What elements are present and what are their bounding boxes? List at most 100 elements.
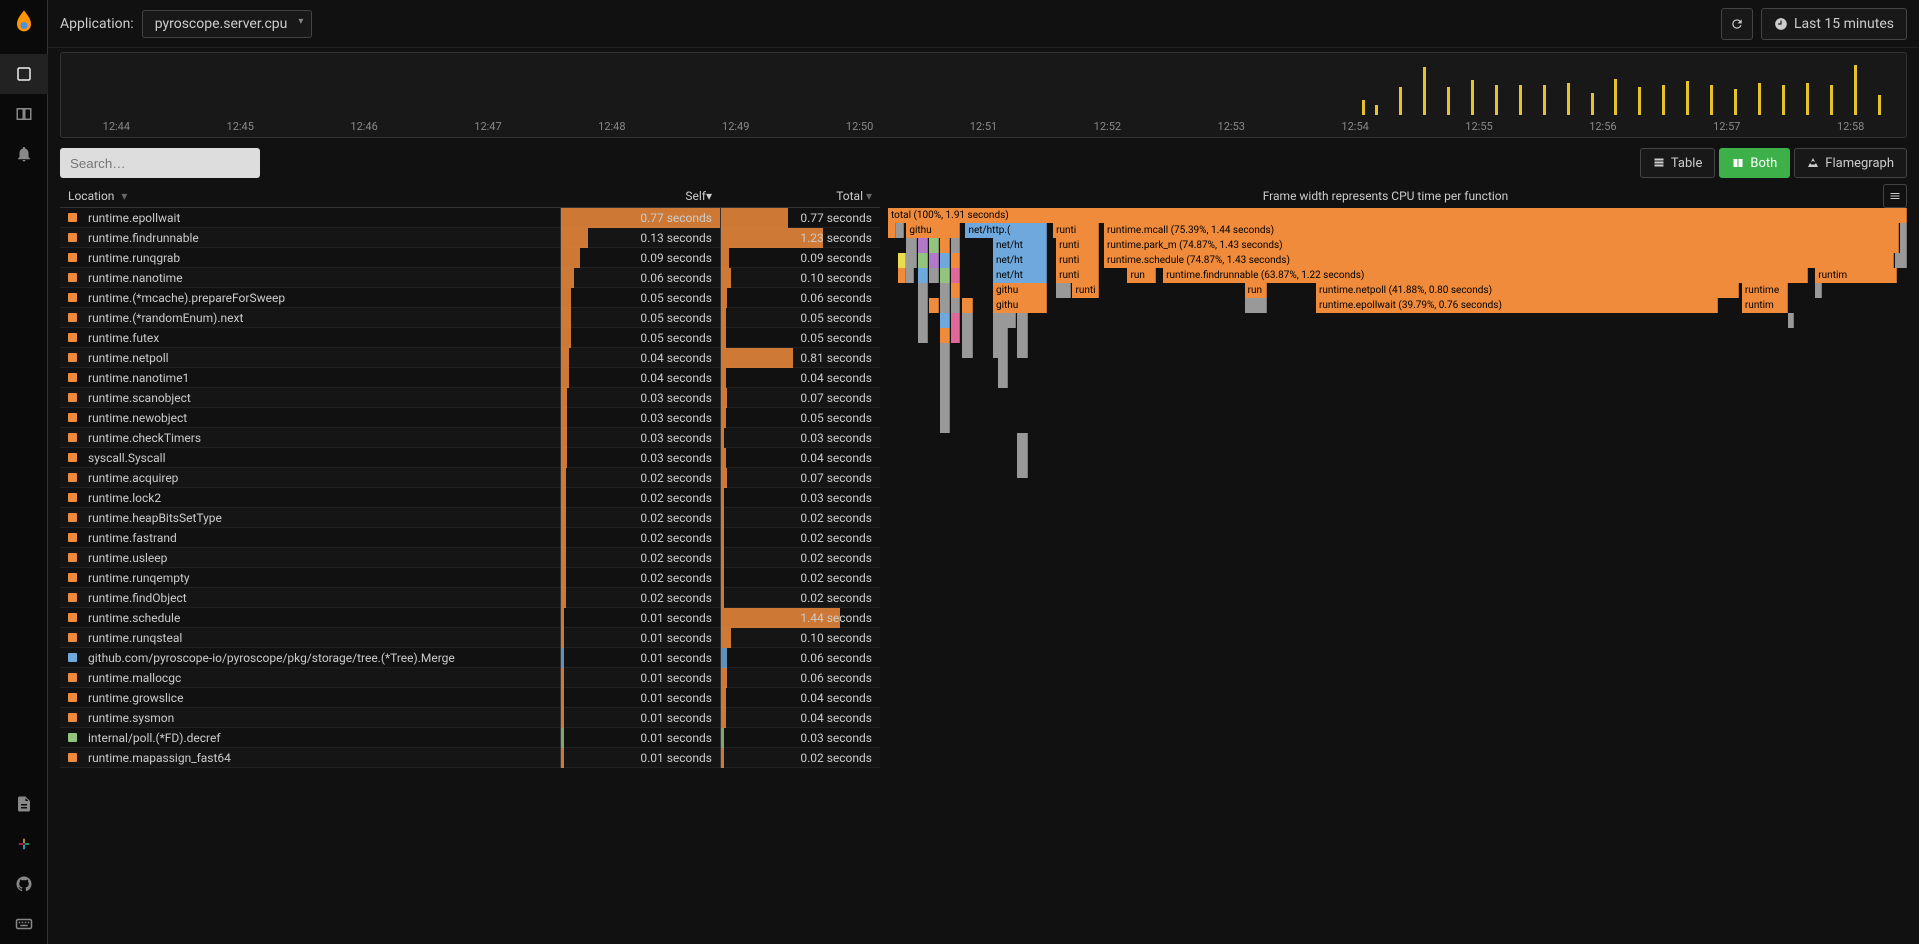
flame-frame[interactable] [906, 238, 916, 253]
nav-compare-icon[interactable] [0, 94, 48, 134]
flamegraph-menu-button[interactable] [1883, 184, 1907, 208]
table-row[interactable]: runtime.(*mcache).prepareForSweep0.05 se… [60, 288, 880, 308]
table-row[interactable]: runtime.schedule0.01 seconds1.44 seconds [60, 608, 880, 628]
flamegraph-canvas[interactable]: total (100%, 1.91 seconds) githu net/http.… [888, 208, 1907, 932]
table-row[interactable]: runtime.mallocgc0.01 seconds0.06 seconds [60, 668, 880, 688]
flame-frame[interactable] [951, 298, 960, 313]
flame-frame[interactable] [906, 268, 914, 283]
nav-alerts-icon[interactable] [0, 134, 48, 174]
flame-frame[interactable]: runti [1056, 238, 1099, 253]
nav-home-icon[interactable] [0, 54, 48, 94]
flame-frame[interactable]: runtime.findrunnable (63.87%, 1.22 secon… [1163, 268, 1808, 283]
flame-frame[interactable] [1017, 463, 1027, 478]
table-row[interactable]: runtime.growslice0.01 seconds0.04 second… [60, 688, 880, 708]
flame-frame[interactable]: runtime.netpoll (41.88%, 0.80 seconds) [1316, 283, 1739, 298]
flame-frame[interactable] [1900, 238, 1907, 253]
flame-frame[interactable] [940, 283, 950, 298]
table-row[interactable]: runtime.runqgrab0.09 seconds0.09 seconds [60, 248, 880, 268]
table-row[interactable]: runtime.runqempty0.02 seconds0.02 second… [60, 568, 880, 588]
table-row[interactable]: runtime.sysmon0.01 seconds0.04 seconds [60, 708, 880, 728]
flame-frame[interactable] [940, 418, 950, 433]
flame-frame[interactable] [998, 373, 1008, 388]
table-row[interactable]: syscall.Syscall0.03 seconds0.04 seconds [60, 448, 880, 468]
flame-frame[interactable] [998, 358, 1008, 373]
flame-frame[interactable] [1900, 223, 1907, 238]
flame-frame[interactable] [918, 268, 928, 283]
column-self[interactable]: Self [560, 189, 720, 203]
flame-frame[interactable] [962, 328, 972, 343]
flame-frame[interactable] [896, 223, 904, 238]
flame-frame[interactable] [940, 298, 950, 313]
flame-frame[interactable] [940, 373, 950, 388]
flame-frame[interactable] [940, 253, 950, 268]
flame-frame[interactable] [962, 298, 972, 313]
time-range-button[interactable]: Last 15 minutes [1761, 8, 1907, 40]
flame-frame[interactable] [888, 223, 896, 238]
flame-frame[interactable]: run [1245, 283, 1267, 298]
flame-frame[interactable] [918, 328, 928, 343]
table-row[interactable]: runtime.runqsteal0.01 seconds0.10 second… [60, 628, 880, 648]
table-row[interactable]: runtime.lock20.02 seconds0.03 seconds [60, 488, 880, 508]
flame-frame[interactable]: runtime.schedule (74.87%, 1.43 seconds) [1104, 253, 1894, 268]
search-input[interactable] [60, 148, 260, 178]
view-both-button[interactable]: Both [1719, 148, 1790, 178]
flame-frame[interactable] [1017, 313, 1027, 328]
flame-frame[interactable]: runtime.epollwait (39.79%, 0.76 seconds) [1316, 298, 1719, 313]
flame-frame[interactable] [993, 328, 1008, 343]
flame-frame[interactable] [1017, 328, 1027, 343]
table-row[interactable]: runtime.mapassign_fast640.01 seconds0.02… [60, 748, 880, 768]
flame-frame[interactable] [1815, 283, 1822, 298]
timeline-chart[interactable]: 12:4412:4512:4612:4712:4812:4912:5012:51… [60, 52, 1907, 138]
flame-frame[interactable] [951, 313, 960, 328]
flame-frame[interactable] [951, 238, 960, 253]
flame-frame[interactable] [951, 283, 960, 298]
flame-frame[interactable] [918, 298, 928, 313]
refresh-button[interactable] [1721, 8, 1753, 40]
table-row[interactable]: runtime.(*randomEnum).next0.05 seconds0.… [60, 308, 880, 328]
table-row[interactable]: runtime.epollwait0.77 seconds0.77 second… [60, 208, 880, 228]
flame-frame[interactable] [1056, 283, 1071, 298]
flame-frame[interactable] [929, 298, 939, 313]
flame-frame[interactable] [1017, 448, 1027, 463]
flame-frame[interactable]: net/ht [993, 268, 1047, 283]
flame-frame[interactable]: runti [1072, 283, 1098, 298]
application-select[interactable]: pyroscope.server.cpu [142, 10, 313, 38]
nav-slack-icon[interactable] [0, 824, 48, 864]
table-row[interactable]: runtime.fastrand0.02 seconds0.02 seconds [60, 528, 880, 548]
table-row[interactable]: runtime.nanotime0.06 seconds0.10 seconds [60, 268, 880, 288]
flame-frame[interactable] [940, 388, 950, 403]
flame-frame[interactable] [1017, 343, 1027, 358]
flame-frame[interactable] [929, 253, 939, 268]
table-row[interactable]: runtime.acquirep0.02 seconds0.07 seconds [60, 468, 880, 488]
table-row[interactable]: runtime.usleep0.02 seconds0.02 seconds [60, 548, 880, 568]
flame-frame[interactable] [940, 403, 950, 418]
flame-frame[interactable] [940, 358, 950, 373]
flame-frame[interactable]: githu [993, 283, 1047, 298]
view-flamegraph-button[interactable]: Flamegraph [1794, 148, 1907, 178]
flame-frame[interactable]: runti [1056, 268, 1099, 283]
table-row[interactable]: runtime.findObject0.02 seconds0.02 secon… [60, 588, 880, 608]
table-row[interactable]: runtime.futex0.05 seconds0.05 seconds [60, 328, 880, 348]
table-row[interactable]: github.com/pyroscope-io/pyroscope/pkg/st… [60, 648, 880, 668]
flame-frame[interactable] [918, 253, 928, 268]
flame-frame[interactable] [1788, 313, 1794, 328]
view-table-button[interactable]: Table [1640, 148, 1715, 178]
flame-frame[interactable] [993, 313, 1016, 328]
flame-frame[interactable]: runti [1053, 223, 1099, 238]
table-row[interactable]: runtime.checkTimers0.03 seconds0.03 seco… [60, 428, 880, 448]
flame-frame[interactable]: runti [1056, 253, 1099, 268]
table-row[interactable]: runtime.newobject0.03 seconds0.05 second… [60, 408, 880, 428]
flame-frame[interactable] [940, 328, 950, 343]
nav-docs-icon[interactable] [0, 784, 48, 824]
flame-frame[interactable] [898, 253, 906, 268]
flame-frame[interactable]: net/http.( [965, 223, 1047, 238]
nav-github-icon[interactable] [0, 864, 48, 904]
table-row[interactable]: runtime.nanotime10.04 seconds0.04 second… [60, 368, 880, 388]
flame-frame[interactable] [929, 238, 939, 253]
flame-frame[interactable]: total (100%, 1.91 seconds) [888, 208, 1907, 223]
flame-frame[interactable] [1245, 298, 1267, 313]
flame-frame[interactable]: githu [993, 298, 1047, 313]
table-row[interactable]: runtime.netpoll0.04 seconds0.81 seconds [60, 348, 880, 368]
flame-frame[interactable] [906, 253, 916, 268]
flame-frame[interactable] [951, 268, 960, 283]
